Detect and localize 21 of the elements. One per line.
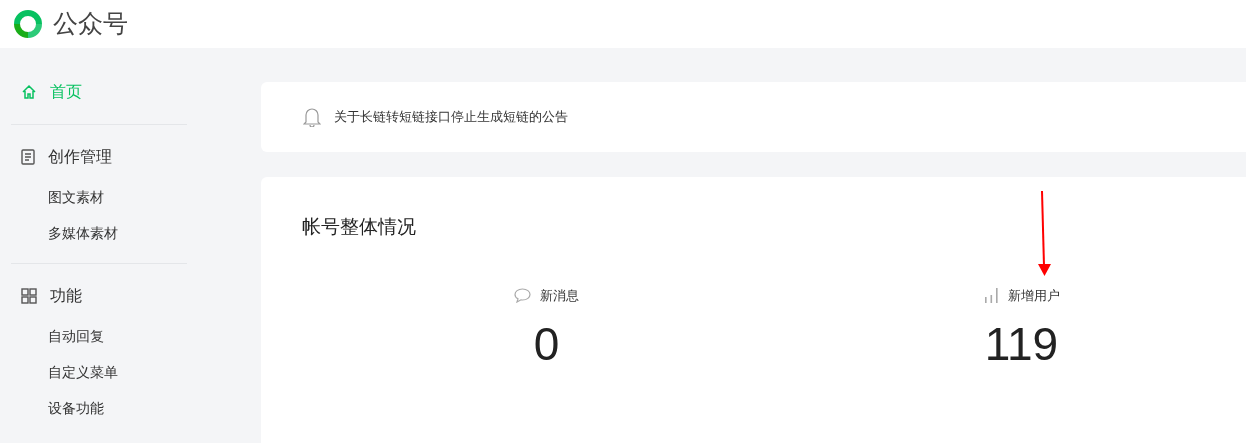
section-title: 帐号整体情况 [302, 215, 417, 239]
nav-subitem[interactable]: 图文素材 [11, 179, 187, 215]
bell-icon [303, 107, 321, 127]
speech-bubble-icon [514, 287, 531, 303]
nav-subitem[interactable]: 设备功能 [11, 390, 187, 426]
notice-link[interactable]: 关于长链转短链接口停止生成短链的公告 [334, 107, 568, 127]
stat-label: 新消息 [540, 286, 579, 305]
logo-icon [11, 7, 45, 41]
stat-value: 0 [533, 321, 560, 367]
app-title: 公众号 [53, 8, 128, 40]
nav-item[interactable]: 功能 [11, 282, 187, 310]
stat-label: 新增用户 [1007, 286, 1060, 305]
document-icon [21, 149, 35, 165]
stat-value: 119 [984, 321, 1059, 367]
nav-item[interactable]: 创作管理 [11, 143, 187, 171]
grid-icon [21, 288, 37, 304]
nav-subitem[interactable]: 自定义菜单 [11, 354, 187, 390]
nav-subitem[interactable]: 自动回复 [11, 318, 187, 354]
nav-subitem[interactable]: 多媒体素材 [11, 215, 187, 251]
home-icon [21, 84, 37, 100]
bar-chart-icon [983, 287, 999, 304]
